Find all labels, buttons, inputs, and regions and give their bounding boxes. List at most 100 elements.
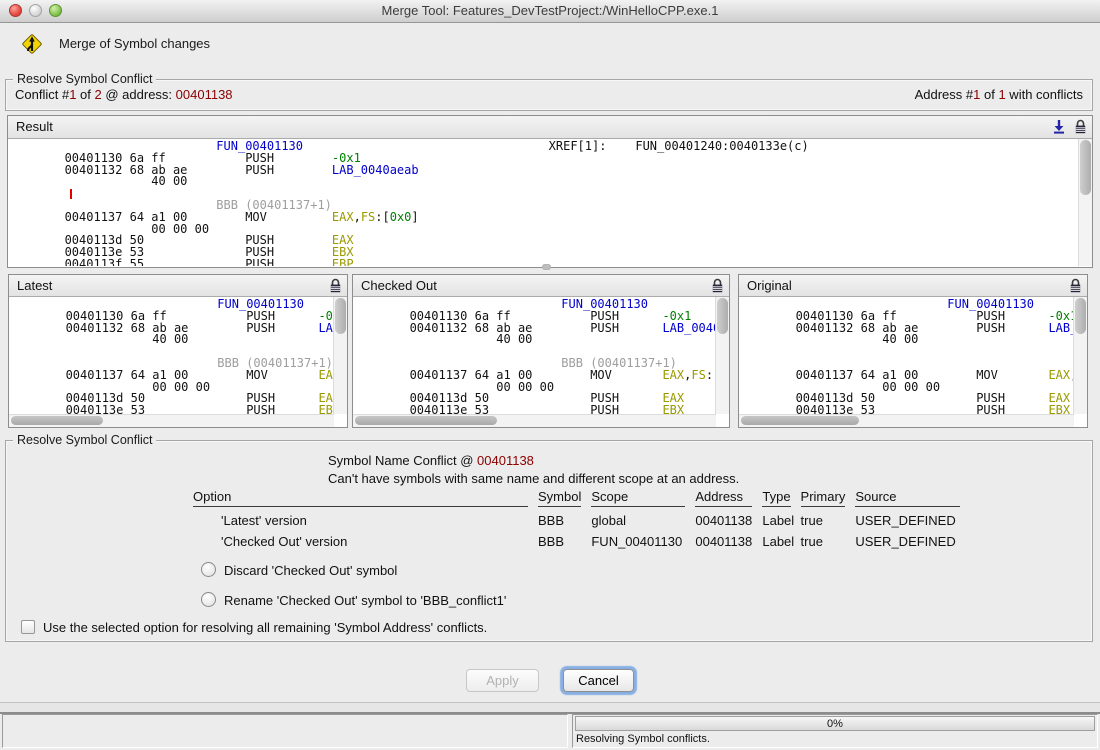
lock-icon[interactable] <box>328 277 344 294</box>
table-header: Symbol <box>538 488 581 507</box>
lock-icon[interactable] <box>1073 118 1089 135</box>
asm-token: , <box>354 210 361 224</box>
asm-token: XREF[1]: <box>549 139 636 153</box>
checked-out-vertical-scrollbar[interactable] <box>715 297 729 414</box>
checked-out-vscroll-thumb[interactable] <box>717 298 728 334</box>
original-vertical-scrollbar[interactable] <box>1073 297 1087 414</box>
result-listing[interactable]: FUN_00401130 XREF[1]: FUN_00401240:00401… <box>8 139 1078 266</box>
latest-listing-panel: Latest FUN_00401130 00401130 6a ff <box>8 274 348 428</box>
asm-token: LAB_0040aeab <box>1048 321 1073 335</box>
text-segment: Conflict # <box>15 87 69 102</box>
original-hscroll-thumb[interactable] <box>741 416 859 425</box>
goto-result-icon[interactable] <box>1051 118 1067 135</box>
checked-out-horizontal-scrollbar[interactable] <box>353 414 716 427</box>
text-segment: @ address: <box>102 87 176 102</box>
asm-token: 0040113e 53 PUSH <box>745 403 1048 414</box>
latest-listing[interactable]: FUN_00401130 00401130 6a ff PUSH -0x1 00… <box>9 297 333 414</box>
original-horizontal-scrollbar[interactable] <box>739 414 1074 427</box>
asm-token: LAB_0040aeab <box>332 163 419 177</box>
asm-token: 40 00 <box>15 332 188 346</box>
resolve-symbol-conflict-groupbox-top: Resolve Symbol Conflict Conflict #1 of 2… <box>5 79 1093 111</box>
asm-token: :[ <box>375 210 389 224</box>
result-panel-title: Result <box>16 119 53 134</box>
table-row: 'Checked Out' versionBBBFUN_004011300040… <box>193 528 970 549</box>
progress-area: 0% Resolving Symbol conflicts. <box>572 714 1098 748</box>
text-segment: 00401138 <box>477 453 534 468</box>
table-cell: 00401138 <box>695 528 762 549</box>
result-vscroll-thumb[interactable] <box>1080 140 1091 195</box>
radio-button[interactable] <box>201 562 216 577</box>
table-header: Primary <box>801 488 846 507</box>
window-titlebar[interactable]: Merge Tool: Features_DevTestProject:/Win… <box>0 0 1100 23</box>
zoom-window-button[interactable] <box>49 4 62 17</box>
table-header: Address <box>695 488 752 507</box>
groupbox-bottom-label: Resolve Symbol Conflict <box>13 433 156 447</box>
table-cell: USER_DEFINED <box>855 507 970 528</box>
table-cell: Label <box>762 507 800 528</box>
merge-tool-window: Merge Tool: Features_DevTestProject:/Win… <box>0 0 1100 750</box>
merge-phase-title: Merge of Symbol changes <box>59 36 210 51</box>
text-segment: with conflicts <box>1006 87 1083 102</box>
text-segment: 1 <box>998 87 1005 102</box>
table-cell: true <box>801 528 856 549</box>
splitter-handle[interactable] <box>542 264 551 270</box>
asm-token: EBX <box>1048 403 1070 414</box>
asm-token: EAX <box>662 368 684 382</box>
close-window-button[interactable] <box>9 4 22 17</box>
table-cell: 'Latest' version <box>193 507 538 528</box>
asm-token: 0040113e 53 PUSH <box>359 403 662 414</box>
checked-out-listing-panel: Checked Out FUN_00401130 00401130 6a f <box>352 274 730 428</box>
progress-bar: 0% <box>575 716 1095 731</box>
latest-hscroll-thumb[interactable] <box>11 416 103 425</box>
asm-token: LAB_0040aeab <box>318 321 333 335</box>
asm-line: 0040113e 53 PUSH EBX <box>745 405 1073 414</box>
conflict-table: OptionSymbolScopeAddressTypePrimarySourc… <box>193 488 970 549</box>
latest-panel-title: Latest <box>17 278 52 293</box>
original-listing[interactable]: FUN_00401130 00401130 6a ff PUSH -0x1 00… <box>739 297 1073 414</box>
table-header: Scope <box>591 488 685 507</box>
apply-button[interactable]: Apply <box>466 669 539 692</box>
cancel-button[interactable]: Cancel <box>563 669 634 692</box>
text-segment: 00401138 <box>176 87 233 102</box>
checked-out-listing[interactable]: FUN_00401130 00401130 6a ff PUSH -0x1 00… <box>353 297 715 414</box>
symbol-conflict-description: Can't have symbols with same name and di… <box>328 471 739 486</box>
asm-token: EAX <box>1048 368 1070 382</box>
asm-token: EAX <box>332 210 354 224</box>
result-listing-panel: Result <box>7 115 1093 268</box>
checked-out-hscroll-thumb[interactable] <box>355 416 497 425</box>
asm-line: 40 00 <box>359 334 715 346</box>
lock-icon[interactable] <box>1068 277 1084 294</box>
asm-line <box>745 346 1073 358</box>
original-listing-panel: Original FUN_00401130 00401130 6a ff <box>738 274 1088 428</box>
original-panel-title: Original <box>747 278 792 293</box>
radio-button[interactable] <box>201 592 216 607</box>
table-cell: 00401138 <box>695 507 762 528</box>
statusbar-separator <box>0 702 1100 714</box>
minimize-window-button[interactable] <box>29 4 42 17</box>
result-vertical-scrollbar[interactable] <box>1078 139 1092 266</box>
progress-status-text: Resolving Symbol conflicts. <box>576 733 710 745</box>
table-cell: BBB <box>538 507 591 528</box>
asm-token: FUN_00401240:0040133e(c) <box>635 139 808 153</box>
table-cell: FUN_00401130 <box>591 528 695 549</box>
asm-token: 0040113e 53 PUSH <box>15 403 318 414</box>
status-message-area <box>2 714 568 748</box>
listing-cursor <box>70 189 72 199</box>
table-cell: true <box>801 507 856 528</box>
asm-token: EBX <box>662 403 684 414</box>
checkbox[interactable] <box>21 620 35 634</box>
text-segment: 2 <box>95 87 102 102</box>
asm-line: 40 00 <box>745 334 1073 346</box>
lock-icon[interactable] <box>710 277 726 294</box>
result-panel-header: Result <box>8 116 1092 139</box>
radio-label: Discard 'Checked Out' symbol <box>224 563 397 578</box>
latest-vertical-scrollbar[interactable] <box>333 297 347 414</box>
latest-vscroll-thumb[interactable] <box>335 298 346 334</box>
checked-out-panel-header: Checked Out <box>353 275 729 297</box>
original-vscroll-thumb[interactable] <box>1075 298 1086 334</box>
asm-token: FS <box>361 210 375 224</box>
latest-horizontal-scrollbar[interactable] <box>9 414 334 427</box>
asm-token: 0040113f 55 PUSH <box>14 257 332 266</box>
table-cell: global <box>591 507 695 528</box>
latest-panel-header: Latest <box>9 275 347 297</box>
